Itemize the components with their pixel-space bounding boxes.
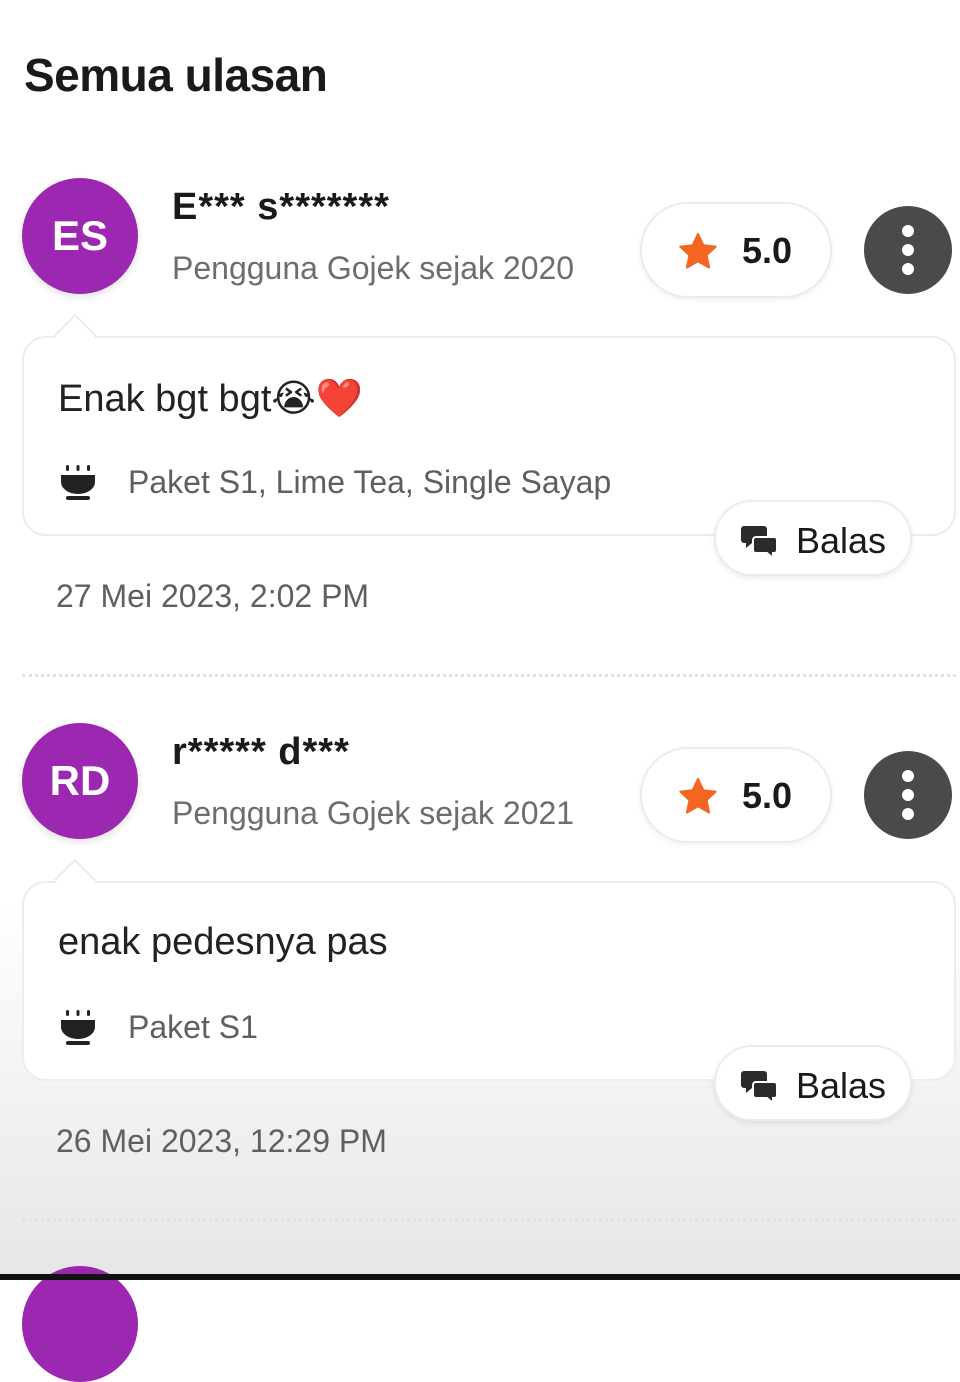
bottom-edge	[0, 1274, 960, 1280]
more-options-button[interactable]	[864, 751, 952, 839]
review-card: ES E*** s******* Pengguna Gojek sejak 20…	[0, 178, 960, 708]
more-vertical-icon-dot	[902, 244, 914, 256]
ordered-items: Paket S1, Lime Tea, Single Sayap	[58, 462, 611, 502]
items-text: Paket S1	[128, 1008, 258, 1045]
bowl-icon	[61, 1010, 95, 1045]
reply-button[interactable]: Balas	[714, 500, 912, 576]
rating-badge: 5.0	[640, 747, 832, 843]
more-vertical-icon	[902, 225, 914, 237]
review-divider	[22, 1219, 956, 1222]
review-divider	[22, 674, 956, 677]
ordered-items: Paket S1	[58, 1007, 258, 1047]
review-date: 27 Mei 2023, 2:02 PM	[56, 578, 370, 614]
reply-label: Balas	[796, 520, 887, 561]
rating-value: 5.0	[742, 230, 793, 271]
review-comment: Enak bgt bgt😭❤️	[58, 378, 364, 420]
reviewer-name: E*** s*******	[172, 186, 390, 228]
more-vertical-icon-dot	[902, 263, 914, 275]
more-vertical-icon-dot	[902, 808, 914, 820]
reply-label: Balas	[796, 1065, 887, 1106]
bowl-icon	[61, 465, 95, 500]
avatar[interactable]: RD	[22, 723, 138, 839]
more-vertical-icon-dot	[902, 789, 914, 801]
avatar[interactable]	[22, 1266, 138, 1382]
review-date: 26 Mei 2023, 12:29 PM	[56, 1123, 387, 1159]
more-options-button[interactable]	[864, 206, 952, 294]
items-text: Paket S1, Lime Tea, Single Sayap	[128, 463, 612, 500]
rating-badge: 5.0	[640, 202, 832, 298]
reply-button[interactable]: Balas	[714, 1045, 912, 1121]
star-icon	[679, 232, 717, 269]
member-since: Pengguna Gojek sejak 2021	[172, 795, 575, 831]
review-comment: enak pedesnya pas	[58, 921, 388, 963]
member-since: Pengguna Gojek sejak 2020	[172, 250, 575, 286]
more-vertical-icon	[902, 770, 914, 782]
star-icon	[679, 777, 717, 814]
rating-value: 5.0	[742, 775, 793, 816]
avatar[interactable]: ES	[22, 178, 138, 294]
reviewer-name: r***** d***	[172, 731, 350, 773]
chat-bubbles-icon	[741, 1071, 778, 1105]
review-card: RD r***** d*** Pengguna Gojek sejak 2021…	[0, 723, 960, 1253]
chat-bubbles-icon	[741, 526, 778, 560]
page-title: Semua ulasan	[24, 49, 328, 101]
